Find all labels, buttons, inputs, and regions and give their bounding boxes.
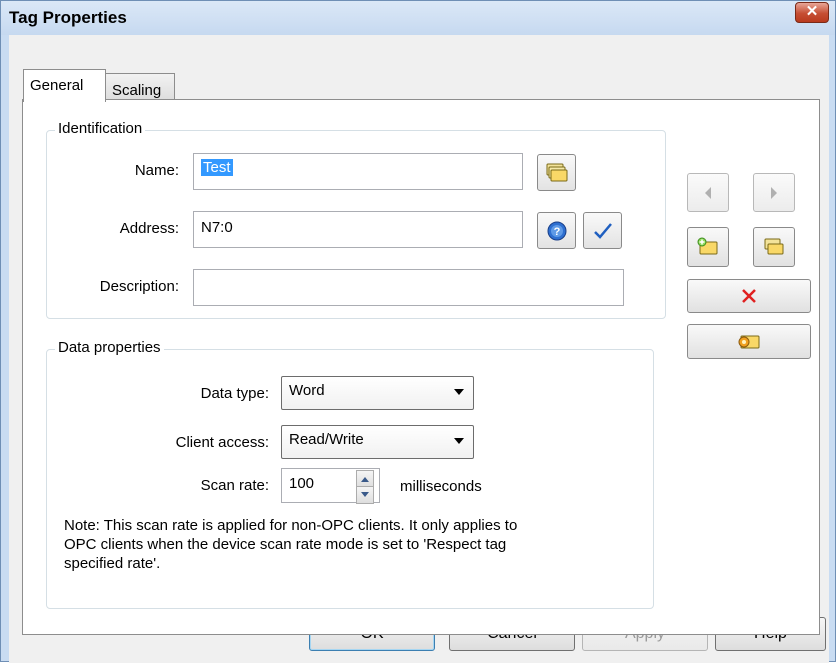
address-help-button[interactable]: ? [537,212,576,249]
address-field-value: N7:0 [201,219,233,236]
close-icon: ✕ [805,3,819,20]
duplicate-tag-icon [764,238,784,255]
address-field[interactable]: N7:0 [193,211,523,248]
svg-text:?: ? [553,226,560,238]
client-access-label: Client access: [175,434,269,451]
validate-address-button[interactable] [583,212,622,249]
auto-generate-tag-button[interactable] [687,324,811,359]
note-line: Note: This scan rate is applied for non-… [64,517,518,534]
spin-down-icon [361,492,369,497]
scan-rate-label: Scan rate: [200,477,269,494]
help-circle-icon: ? [547,221,566,240]
scan-rate-unit: milliseconds [400,478,482,495]
identification-group-title: Identification [55,120,146,137]
arrow-left-icon [705,186,711,199]
data-type-value: Word [289,382,325,399]
tab-general-label: General [30,77,84,94]
previous-tag-button[interactable] [687,173,729,212]
address-label: Address: [119,220,179,237]
scan-rate-decrement[interactable] [356,486,374,504]
name-field[interactable]: Test [193,153,523,190]
title-bar[interactable]: Tag Properties ✕ [1,1,835,35]
client-access-value: Read/Write [289,431,364,448]
tab-scaling[interactable]: Scaling [105,73,175,102]
spin-up-icon [361,477,369,482]
auto-generate-tag-icon [738,335,760,348]
chevron-down-icon [454,389,464,395]
name-label: Name: [134,162,179,179]
new-tag-button[interactable] [687,227,729,267]
client-access-select[interactable]: Read/Write [281,425,474,459]
dialog-client-area: General Scaling Identification Name: Tes… [9,35,829,663]
delete-x-icon [742,289,756,303]
tab-scaling-label: Scaling [112,82,162,99]
arrow-right-icon [771,186,777,199]
duplicate-tag-button[interactable] [753,227,795,267]
new-tag-icon [697,237,718,255]
scan-rate-note: Note: This scan rate is applied for non-… [64,516,644,573]
description-field[interactable] [193,269,624,306]
tag-properties-dialog: Tag Properties ✕ General Scaling Identif… [0,0,836,663]
dialog-title: Tag Properties [9,8,127,27]
name-field-value: Test [201,159,233,176]
tab-general[interactable]: General [23,69,106,102]
browse-tag-button[interactable] [537,154,576,191]
checkmark-icon [593,222,612,239]
scan-rate-value: 100 [289,475,315,492]
next-tag-button[interactable] [753,173,795,212]
description-label: Description: [99,278,179,295]
delete-tag-button[interactable] [687,279,811,313]
note-line: specified rate'. [64,555,161,572]
data-type-label: Data type: [200,385,269,402]
tag-browse-icon [546,163,567,181]
data-type-select[interactable]: Word [281,376,474,410]
close-button[interactable]: ✕ [795,2,829,23]
chevron-down-icon [454,438,464,444]
general-tab-panel: Identification Name: Test Address: N7:0 [22,99,820,635]
note-line: OPC clients when the device scan rate mo… [64,536,507,553]
data-properties-group-title: Data properties [55,339,164,356]
